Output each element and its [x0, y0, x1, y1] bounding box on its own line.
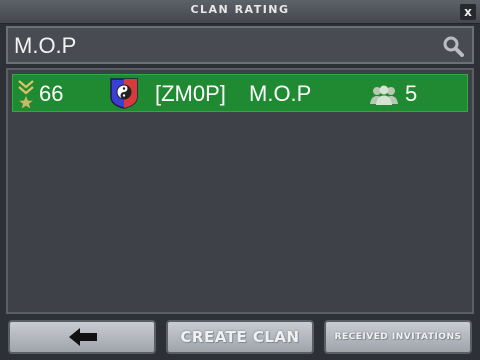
close-button[interactable]: x	[460, 4, 476, 20]
clan-name: M.O.P	[249, 81, 312, 106]
search-input[interactable]	[12, 30, 436, 62]
search-icon[interactable]	[442, 35, 464, 57]
clan-tag: [ZM0P]	[155, 81, 226, 106]
clan-rating: 66	[39, 81, 64, 106]
create-clan-button[interactable]: CREATE CLAN	[166, 320, 314, 354]
clan-list[interactable]: 66 [ZM0P] M.O.P 5	[6, 68, 474, 314]
yin-yang-shield-icon	[110, 78, 138, 109]
arrow-left-icon	[69, 328, 97, 346]
members-icon	[370, 85, 398, 105]
received-invitations-label: RECEIVED INVITATIONS	[334, 332, 462, 342]
window-title: CLAN RATING	[190, 3, 290, 16]
rank-chevron-star-icon	[18, 80, 34, 109]
clan-rating-window: CLAN RATING x 66 [ZM0P]	[0, 0, 480, 360]
back-button[interactable]	[8, 320, 156, 354]
clan-row[interactable]: 66 [ZM0P] M.O.P 5	[12, 74, 468, 112]
title-bar: CLAN RATING x	[0, 0, 480, 24]
search-bar	[6, 26, 474, 64]
create-clan-label: CREATE CLAN	[180, 328, 300, 346]
members-count: 5	[405, 81, 418, 106]
received-invitations-button[interactable]: RECEIVED INVITATIONS	[324, 320, 472, 354]
